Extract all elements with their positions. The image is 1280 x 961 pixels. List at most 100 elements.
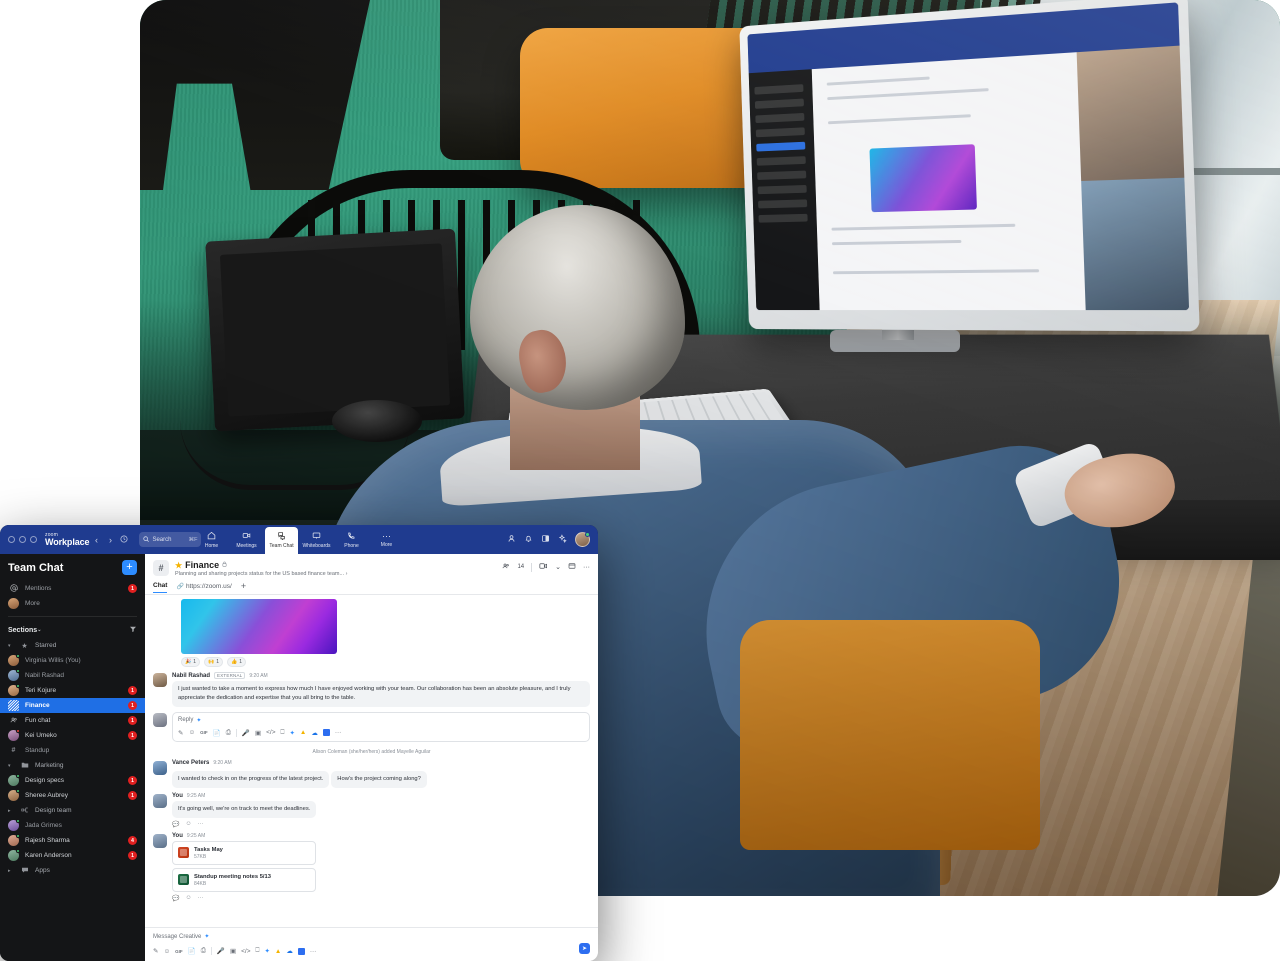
avatar: [8, 834, 20, 846]
tab-chat[interactable]: Chat: [153, 582, 168, 593]
avatar[interactable]: [153, 673, 167, 687]
sidebar-item-nabil-rashad[interactable]: Nabil Rashad: [0, 668, 145, 683]
more-tools-icon[interactable]: ···: [310, 948, 317, 955]
avatar[interactable]: [153, 833, 167, 848]
history-clock-icon[interactable]: [117, 534, 131, 545]
folder-icon[interactable]: [568, 562, 576, 572]
code-snippet-icon[interactable]: </>: [266, 729, 275, 736]
format-text-icon[interactable]: ✎: [153, 947, 158, 955]
file-attachment[interactable]: Tasks May 57KB: [172, 840, 316, 865]
nav-team-chat[interactable]: Team Chat: [265, 527, 298, 554]
sidebar-item-jada-grimes[interactable]: Jada Grimes: [0, 818, 145, 833]
screen-share-icon[interactable]: ⎕: [256, 947, 260, 955]
gif-icon[interactable]: GIF: [200, 730, 208, 735]
reply-icon[interactable]: 💬: [172, 895, 179, 902]
sidebar-group-design-team[interactable]: ▸ Design team: [0, 803, 145, 818]
image-attachment[interactable]: [181, 599, 337, 654]
file-attachment[interactable]: Standup meeting notes 5/13 84KB: [172, 867, 316, 892]
sidebar-item-teri-kojure[interactable]: Teri Kojure 1: [0, 683, 145, 698]
sidebar-item-sheree-aubrey[interactable]: Sheree Aubrey 1: [0, 788, 145, 803]
sidebar-item-design-specs[interactable]: Design specs 1: [0, 773, 145, 788]
box-icon[interactable]: [322, 729, 330, 737]
box-icon[interactable]: [297, 947, 305, 955]
reaction-pill[interactable]: 🙌 1: [204, 657, 224, 667]
audio-message-icon[interactable]: 🎤: [242, 729, 250, 737]
contacts-icon[interactable]: [507, 534, 516, 545]
zoom-apps-icon[interactable]: ✦: [264, 947, 269, 955]
sidebar-item-mentions[interactable]: Mentions 1: [0, 581, 145, 596]
avatar[interactable]: [153, 793, 167, 808]
emoji-icon[interactable]: ☺: [188, 729, 195, 736]
reaction-pill[interactable]: 🎉 1: [181, 657, 201, 667]
message-composer[interactable]: Message Creative ✦ ✎ ☺ GIF 📄 ⎙ 🎤 ▣ </> ⎕: [145, 927, 598, 961]
onedrive-icon[interactable]: ☁: [311, 729, 318, 737]
search-input[interactable]: Search ⌘F: [139, 532, 202, 547]
sidebar-item-kei-umeko[interactable]: Kei Umeko 1: [0, 728, 145, 743]
emoji-icon[interactable]: ☺: [163, 948, 170, 955]
video-message-icon[interactable]: ▣: [230, 947, 236, 955]
sidebar-group-starred[interactable]: ▾ ★ Starred: [0, 638, 145, 653]
theme-contrast-icon[interactable]: [541, 534, 550, 545]
google-drive-icon[interactable]: ▲: [275, 948, 281, 955]
sidebar-item-virginia-willis[interactable]: Virginia Willis (You): [0, 653, 145, 668]
react-emoji-icon[interactable]: ☺: [185, 895, 191, 902]
message-list[interactable]: 🎉 1 🙌 1 👍 1 Nabil Rashad EXTERNAL 9:20 A…: [145, 595, 598, 927]
ai-sparkle-icon[interactable]: ✦: [204, 933, 209, 940]
star-icon[interactable]: ★: [175, 561, 182, 570]
nav-more[interactable]: ··· More: [370, 527, 403, 554]
back-button[interactable]: ‹: [89, 535, 103, 545]
video-message-icon[interactable]: ▣: [255, 729, 261, 737]
window-controls[interactable]: [8, 536, 37, 543]
tab-link[interactable]: 🔗 https://zoom.us/: [176, 583, 231, 593]
nav-meetings[interactable]: Meetings: [230, 527, 263, 554]
sidebar-item-finance[interactable]: Finance 1: [0, 698, 145, 713]
zoom-apps-icon[interactable]: ✦: [289, 729, 294, 737]
reply-composer[interactable]: Reply ✦ ✎ ☺ GIF 📄 ⎙ 🎤 ▣ </> ⎕ ✦ ▲ ☁ ···: [172, 711, 590, 742]
screenshot-icon[interactable]: ⎙: [201, 947, 206, 955]
new-chat-button[interactable]: +: [122, 560, 137, 575]
more-actions-icon[interactable]: ···: [198, 821, 204, 828]
file-icon[interactable]: 📄: [188, 947, 196, 955]
gif-icon[interactable]: GIF: [175, 949, 183, 954]
ai-sparkle-icon[interactable]: ✦: [196, 717, 201, 724]
ai-sparkle-icon[interactable]: [558, 534, 567, 545]
avatar[interactable]: [153, 760, 167, 775]
nav-whiteboards[interactable]: Whiteboards: [300, 527, 333, 554]
nav-home[interactable]: Home: [195, 527, 228, 554]
file-icon[interactable]: 📄: [213, 729, 221, 737]
filter-icon[interactable]: [129, 625, 137, 635]
sidebar-item-rajesh-sharma[interactable]: Rajesh Sharma 4: [0, 833, 145, 848]
screen-share-icon[interactable]: ⎕: [281, 729, 285, 737]
members-icon[interactable]: [502, 562, 510, 572]
format-text-icon[interactable]: ✎: [178, 729, 183, 737]
chevron-down-icon: ⌄: [37, 627, 42, 633]
screenshot-icon[interactable]: ⎙: [226, 729, 231, 737]
google-drive-icon[interactable]: ▲: [300, 729, 306, 736]
audio-message-icon[interactable]: 🎤: [217, 947, 225, 955]
more-tools-icon[interactable]: ···: [335, 729, 342, 736]
sidebar-item-karen-anderson[interactable]: Karen Anderson 1: [0, 848, 145, 863]
nav-phone[interactable]: Phone: [335, 527, 368, 554]
message-item-files: You 9:25 AM Tasks May 57KB Standup meeti…: [153, 833, 590, 902]
bell-icon[interactable]: [524, 534, 533, 545]
code-snippet-icon[interactable]: </>: [241, 948, 250, 955]
sidebar-group-marketing[interactable]: ▾ Marketing: [0, 758, 145, 773]
react-emoji-icon[interactable]: ☺: [185, 821, 191, 828]
avatar[interactable]: [575, 532, 590, 547]
more-actions-icon[interactable]: ···: [198, 895, 204, 902]
onedrive-icon[interactable]: ☁: [286, 947, 293, 955]
chevron-down-icon[interactable]: ⌄: [555, 563, 561, 571]
sidebar-group-apps[interactable]: ▸ Apps: [0, 863, 145, 878]
forward-button[interactable]: ›: [103, 535, 117, 545]
more-actions-icon[interactable]: ···: [583, 564, 590, 571]
sidebar-item-fun-chat[interactable]: Fun chat 1: [0, 713, 145, 728]
send-button[interactable]: ➤: [579, 943, 590, 954]
video-camera-icon[interactable]: [539, 562, 548, 572]
sidebar-item-standup[interactable]: # Standup: [0, 743, 145, 758]
add-tab-button[interactable]: +: [241, 581, 246, 594]
sections-header[interactable]: Sections ⌄: [0, 622, 145, 638]
message-meta: Vance Peters 9:20 AM: [172, 760, 590, 766]
reaction-pill[interactable]: 👍 1: [227, 657, 247, 667]
reply-icon[interactable]: 💬: [172, 821, 179, 828]
sidebar-item-more[interactable]: More: [0, 596, 145, 611]
